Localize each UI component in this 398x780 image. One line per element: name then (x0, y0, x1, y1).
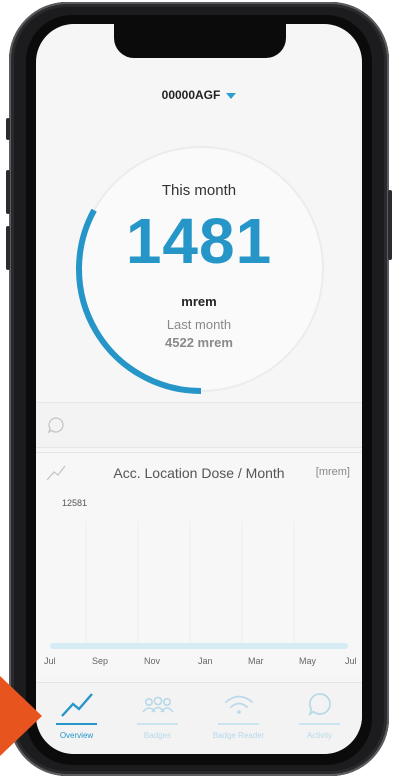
x-tick-label: May (299, 656, 317, 666)
tab-underline (218, 723, 259, 725)
caret-down-icon (226, 92, 237, 99)
volume-up-button (6, 170, 10, 214)
chart-title: Acc. Location Dose / Month (113, 465, 285, 481)
phone-notch (114, 24, 286, 58)
users-icon (142, 696, 174, 713)
x-tick-label: Sep (92, 656, 109, 666)
x-tick-label: Jan (198, 656, 213, 666)
chat-bubble-icon (308, 693, 331, 717)
last-month-value: 4522 mrem (165, 335, 233, 350)
trend-icon (61, 693, 93, 717)
chart-baseline-bar (50, 643, 348, 649)
gauge-period-label: This month (161, 182, 237, 199)
chart-x-axis: Jul Sep Nov Jan Mar May Jul (36, 656, 362, 670)
tab-label: Overview (59, 731, 94, 740)
wifi-icon (225, 695, 253, 714)
pointer-arrow-icon (0, 676, 42, 756)
tab-label: Badges (143, 731, 172, 740)
tab-overview[interactable]: Overview (36, 683, 117, 754)
tab-badges[interactable]: Badges (117, 683, 198, 754)
activity-card[interactable] (36, 402, 362, 448)
tab-underline (299, 723, 340, 725)
last-month-label: Last month (166, 317, 232, 332)
x-tick-label: Nov (144, 656, 161, 666)
chart-unit: [mrem] (315, 466, 350, 478)
gauge-dose-value: 1481 (125, 205, 273, 277)
chat-bubble-icon (47, 417, 64, 434)
tab-underline (137, 723, 178, 725)
dose-chart-card: Acc. Location Dose / Month [mrem] 12581 … (36, 452, 362, 675)
tab-label: Badge Reader (212, 731, 265, 740)
device-selector[interactable]: 00000AGF (36, 88, 362, 102)
chart-gridlines (85, 521, 295, 643)
x-tick-label: Mar (248, 656, 264, 666)
x-tick-label: Jul (44, 656, 56, 666)
device-selector-label: 00000AGF (161, 88, 221, 102)
power-button (388, 190, 392, 260)
tab-badge-reader[interactable]: Badge Reader (198, 683, 279, 754)
x-tick-label: Jul (345, 656, 357, 666)
chart-plot-area (85, 521, 295, 643)
tab-underline (56, 723, 97, 725)
gauge-unit: mrem (181, 294, 217, 309)
tab-activity[interactable]: Activity (279, 683, 360, 754)
chart-max-label: 12581 (62, 498, 88, 508)
tab-label: Activity (306, 731, 333, 740)
bottom-tab-bar: Overview Badges Badge Reader Activity (36, 682, 362, 754)
volume-down-button (6, 226, 10, 270)
app-screen: 00000AGF This month 1481 mrem Last month… (36, 24, 362, 754)
mute-switch (6, 118, 10, 140)
